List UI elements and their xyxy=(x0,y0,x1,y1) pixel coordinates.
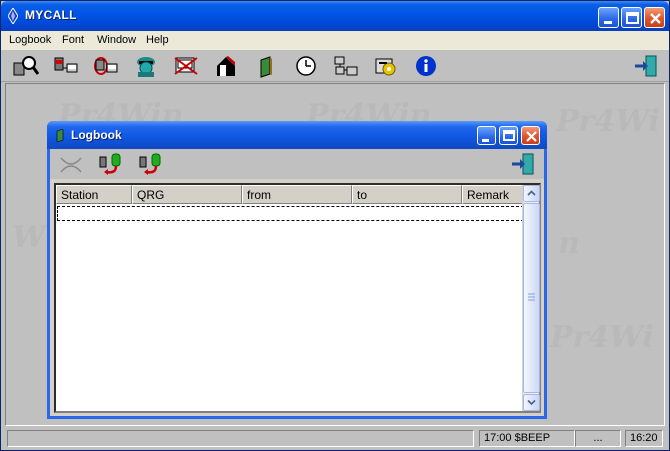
logbook-title-bar[interactable]: Logbook xyxy=(47,121,547,149)
database-export-icon xyxy=(139,153,161,175)
database-import-icon xyxy=(99,153,121,175)
vertical-scrollbar[interactable] xyxy=(522,185,540,411)
disconnect-icon xyxy=(60,157,82,173)
exit-door-icon xyxy=(512,153,534,175)
diamond-app-icon xyxy=(8,8,18,24)
crossed-terminal-icon xyxy=(174,57,198,75)
house-icon xyxy=(217,56,235,76)
column-header-qrg[interactable]: QRG xyxy=(132,185,242,204)
menu-font[interactable]: Font xyxy=(62,34,84,46)
search-call-icon xyxy=(13,56,39,76)
scroll-thumb[interactable] xyxy=(523,203,540,393)
logbook-close-button[interactable] xyxy=(521,126,540,145)
book-icon xyxy=(56,129,64,142)
close-icon xyxy=(650,13,661,24)
export-db-button[interactable] xyxy=(138,152,164,176)
logbook-title: Logbook xyxy=(71,128,122,142)
logbook-exit-button[interactable] xyxy=(510,152,536,176)
status-clock: 16:20 xyxy=(625,430,663,447)
menu-logbook[interactable]: Logbook xyxy=(9,34,51,46)
clock-icon xyxy=(296,56,316,76)
book-button[interactable] xyxy=(253,54,279,78)
minimize-icon xyxy=(482,139,489,142)
network-button[interactable] xyxy=(93,54,119,78)
maximize-icon xyxy=(503,130,515,141)
chevron-down-icon xyxy=(527,399,536,406)
maximize-icon xyxy=(626,12,639,24)
crossed-terminal-button[interactable] xyxy=(173,54,199,78)
scroll-up-button[interactable] xyxy=(523,185,540,202)
hacker-button[interactable] xyxy=(133,54,159,78)
network2-button[interactable] xyxy=(333,54,359,78)
info-icon xyxy=(416,56,436,76)
title-bar[interactable]: MYCALL xyxy=(1,1,669,31)
window-title: MYCALL xyxy=(25,8,77,22)
minimize-icon xyxy=(604,21,612,24)
watermark-text: n xyxy=(558,226,580,261)
house-button[interactable] xyxy=(213,54,239,78)
import-db-button[interactable] xyxy=(98,152,124,176)
logbook-toolbar xyxy=(50,149,544,179)
clock-button[interactable] xyxy=(293,54,319,78)
minimize-button[interactable] xyxy=(598,7,619,28)
network2-icon xyxy=(334,56,358,76)
menu-help[interactable]: Help xyxy=(146,34,169,46)
status-message xyxy=(7,430,474,447)
close-icon xyxy=(526,131,537,142)
scroll-down-button[interactable] xyxy=(523,394,540,411)
column-header-remark[interactable]: Remark xyxy=(462,185,526,204)
column-header-to[interactable]: to xyxy=(352,185,462,204)
maximize-button[interactable] xyxy=(621,7,642,28)
menu-window[interactable]: Window xyxy=(97,34,136,46)
status-bar: 17:00 $BEEP ... 16:20 xyxy=(1,427,669,450)
column-header-station[interactable]: Station xyxy=(56,185,132,204)
hacker-icon xyxy=(137,57,155,77)
logbook-window[interactable]: Logbook Station QRG from to Remark xyxy=(47,121,547,419)
info-button[interactable] xyxy=(413,54,439,78)
terminal-button[interactable] xyxy=(53,54,79,78)
main-toolbar xyxy=(1,50,669,82)
watermark-text: Pr4Wi xyxy=(550,320,654,355)
settings-button[interactable] xyxy=(373,54,399,78)
exit-door-icon xyxy=(635,55,657,77)
logbook-minimize-button[interactable] xyxy=(477,126,496,145)
main-window: MYCALL Logbook Font Window Help Pr4Win P… xyxy=(0,0,670,451)
logbook-grid[interactable]: Station QRG from to Remark xyxy=(54,183,541,413)
network-icon xyxy=(94,57,118,75)
disconnect-button[interactable] xyxy=(58,152,84,176)
settings-icon xyxy=(375,58,396,76)
grid-header: Station QRG from to Remark xyxy=(56,185,526,204)
menu-bar: Logbook Font Window Help xyxy=(1,31,669,50)
exit-button[interactable] xyxy=(633,54,659,78)
book-icon xyxy=(260,56,272,78)
chevron-up-icon xyxy=(527,190,536,196)
search-call-button[interactable] xyxy=(13,54,39,78)
status-beacon: 17:00 $BEEP xyxy=(479,430,575,447)
close-button[interactable] xyxy=(644,7,665,28)
column-header-from[interactable]: from xyxy=(242,185,352,204)
grip-icon xyxy=(528,293,535,301)
table-row[interactable] xyxy=(57,206,524,221)
logbook-maximize-button[interactable] xyxy=(499,126,518,145)
terminal-icon xyxy=(54,57,78,73)
watermark-text: W xyxy=(12,220,46,255)
watermark-text: Pr4Wi xyxy=(556,104,660,139)
status-extra: ... xyxy=(575,430,621,447)
